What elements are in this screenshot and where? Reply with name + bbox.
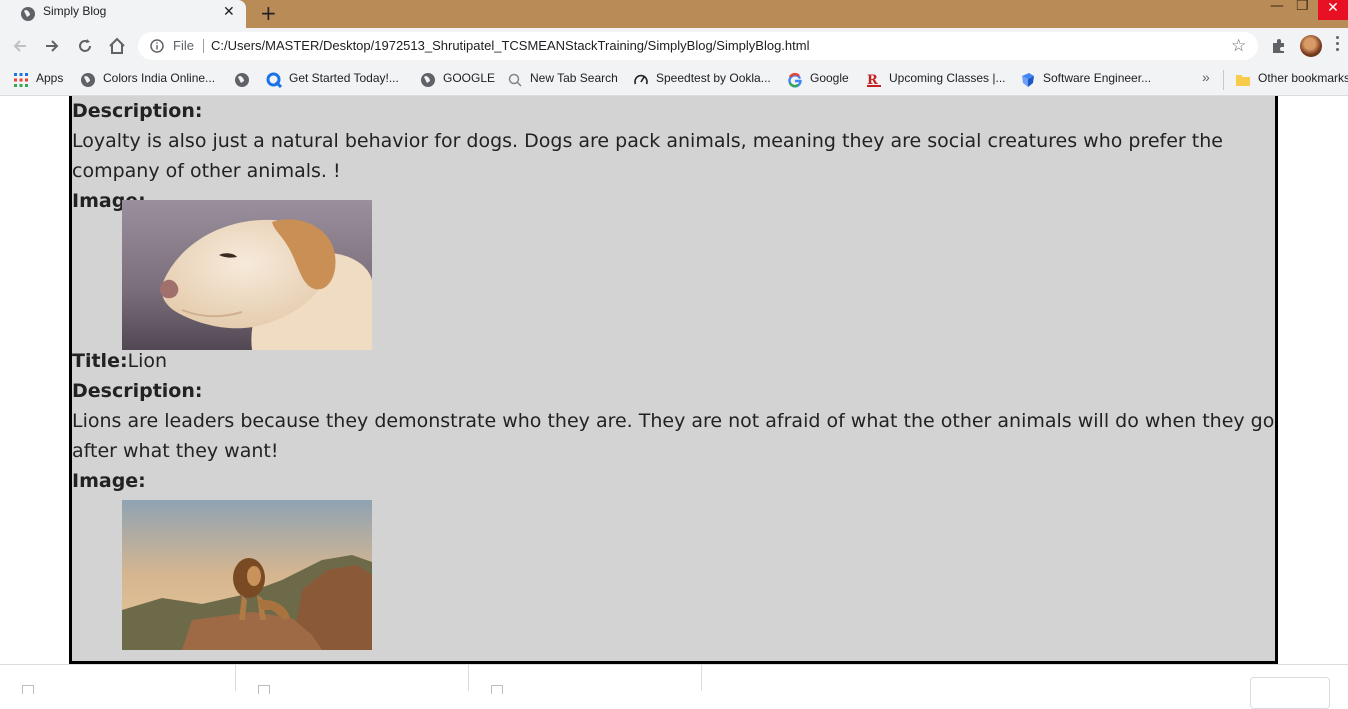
minimize-button[interactable]: — bbox=[1270, 0, 1284, 14]
title-label: Title: bbox=[72, 350, 128, 372]
image-label: Image: bbox=[72, 470, 146, 492]
bookmark-label: Speedtest by Ookla... bbox=[656, 71, 771, 85]
tab-simply-blog[interactable]: Simply Blog ✕ bbox=[0, 0, 246, 28]
url-text[interactable]: C:/Users/MASTER/Desktop/1972513_Shrutipa… bbox=[211, 38, 809, 53]
dog-image bbox=[122, 200, 372, 350]
bookmark-label: New Tab Search bbox=[530, 71, 618, 85]
other-bookmarks-label: Other bookmarks bbox=[1258, 71, 1348, 85]
bookmark-label: Google bbox=[810, 71, 849, 85]
speedometer-icon bbox=[634, 74, 648, 85]
browser-toolbar: File C:/Users/MASTER/Desktop/1972513_Shr… bbox=[0, 28, 1348, 64]
tab-strip: Simply Blog ✕ + — ❐ ✕ bbox=[0, 0, 1348, 28]
post-title: Lion bbox=[127, 350, 168, 372]
reload-icon[interactable] bbox=[75, 36, 95, 56]
tab-title: Simply Blog bbox=[43, 4, 107, 18]
back-arrow-icon[interactable] bbox=[10, 36, 30, 56]
kebab-menu-icon[interactable] bbox=[1336, 36, 1340, 54]
download-shelf bbox=[0, 664, 1348, 709]
globe-icon bbox=[21, 7, 35, 21]
lion-image bbox=[122, 500, 372, 650]
download-item[interactable] bbox=[469, 665, 702, 694]
home-icon[interactable] bbox=[107, 36, 127, 56]
page-viewport[interactable]: Description: Loyalty is also just a natu… bbox=[0, 96, 1348, 664]
show-all-downloads-button[interactable] bbox=[1250, 677, 1330, 709]
bookmark-label: Upcoming Classes |... bbox=[889, 71, 1006, 85]
forward-arrow-icon[interactable] bbox=[42, 36, 62, 56]
bookmark-label: Apps bbox=[36, 71, 64, 85]
more-bookmarks-chevron-icon[interactable]: » bbox=[1202, 69, 1210, 85]
url-scheme-label: File bbox=[173, 38, 194, 53]
url-separator bbox=[203, 39, 204, 53]
apps-grid-icon bbox=[14, 73, 28, 87]
search-icon bbox=[508, 73, 522, 87]
post-description: Lions are leaders because they demonstra… bbox=[72, 410, 1275, 462]
globe-icon bbox=[235, 73, 249, 87]
bookmark-label: Software Engineer... bbox=[1043, 71, 1152, 85]
info-icon[interactable] bbox=[150, 39, 164, 53]
download-item[interactable] bbox=[236, 665, 469, 694]
google-g-icon bbox=[788, 72, 802, 88]
q-logo-icon bbox=[266, 72, 282, 88]
bookmark-label: Colors India Online... bbox=[103, 71, 216, 85]
r-business-icon: R bbox=[867, 73, 881, 88]
bookmarks-bar: Apps Colors India Online... Get Started … bbox=[0, 64, 1348, 96]
globe-icon bbox=[81, 73, 95, 87]
globe-icon bbox=[421, 73, 435, 87]
restore-button[interactable]: ❐ bbox=[1296, 0, 1309, 14]
bookmark-blue-icon bbox=[1022, 73, 1034, 87]
bookmark-star-icon[interactable]: ☆ bbox=[1231, 36, 1246, 56]
post-description: Loyalty is also just a natural behavior … bbox=[72, 130, 1223, 182]
blog-post-container: Description: Loyalty is also just a natu… bbox=[69, 96, 1278, 664]
title-row: Title:Lion bbox=[72, 346, 167, 376]
description-label: Description: bbox=[72, 380, 203, 402]
bookmark-label: GOOGLE bbox=[443, 71, 496, 85]
bookmark-label: Get Started Today!... bbox=[289, 71, 399, 85]
bookmarks-divider bbox=[1223, 70, 1224, 90]
close-tab-icon[interactable]: ✕ bbox=[223, 4, 235, 20]
profile-avatar[interactable] bbox=[1300, 35, 1322, 57]
description-label: Description: bbox=[72, 100, 203, 122]
folder-icon bbox=[1236, 75, 1250, 86]
new-tab-button[interactable]: + bbox=[260, 1, 277, 25]
download-item[interactable] bbox=[0, 665, 236, 694]
address-bar[interactable]: File C:/Users/MASTER/Desktop/1972513_Shr… bbox=[138, 32, 1258, 60]
window-close-button[interactable]: ✕ bbox=[1318, 0, 1348, 20]
extensions-puzzle-icon[interactable] bbox=[1269, 36, 1289, 56]
